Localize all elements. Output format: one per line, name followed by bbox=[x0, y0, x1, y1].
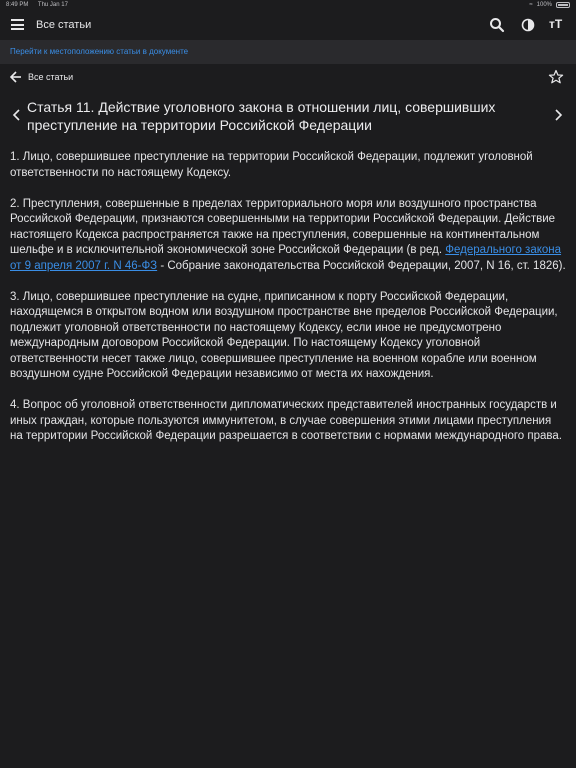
article-paragraph-2: 2. Преступления, совершенные в пределах … bbox=[10, 197, 566, 275]
article-nav-row: Все статьи bbox=[0, 64, 576, 90]
back-arrow-icon[interactable] bbox=[10, 71, 22, 83]
battery-icon bbox=[556, 2, 570, 8]
locate-in-document-link[interactable]: Перейти к местоположению статьи в докуме… bbox=[10, 47, 188, 56]
article-title: Статья 11. Действие уголовного закона в … bbox=[27, 99, 496, 133]
article-paragraph-1: 1. Лицо, совершившее преступление на тер… bbox=[10, 151, 533, 179]
top-toolbar: Все статьи тТ bbox=[0, 10, 576, 40]
toolbar-title: Все статьи bbox=[36, 19, 92, 31]
next-article-icon[interactable] bbox=[553, 108, 563, 122]
status-left: 8:49 PM Thu Jan 17 bbox=[6, 2, 76, 8]
search-icon[interactable] bbox=[489, 17, 505, 33]
back-to-all-articles[interactable]: Все статьи bbox=[28, 72, 73, 82]
status-time: 8:49 PM bbox=[6, 2, 29, 8]
status-date: Thu Jan 17 bbox=[37, 2, 68, 8]
previous-article-icon[interactable] bbox=[12, 108, 22, 122]
article-paragraph-3: 3. Лицо, совершившее преступление на суд… bbox=[10, 290, 558, 381]
article-paragraph-4: 4. Вопрос об уголовной ответственности д… bbox=[10, 399, 562, 442]
article-body: 1. Лицо, совершившее преступление на тер… bbox=[10, 150, 566, 460]
menu-icon[interactable] bbox=[11, 19, 24, 30]
text-size-icon[interactable]: тТ bbox=[549, 17, 565, 33]
battery-percent: 100% bbox=[536, 2, 552, 8]
paragraph-2-source: - Собрание законодательства Российской Ф… bbox=[157, 259, 566, 272]
wifi-icon: ≈ bbox=[529, 2, 533, 8]
status-right: ≈ 100% bbox=[529, 2, 570, 8]
locator-bar: Перейти к местоположению статьи в докуме… bbox=[0, 40, 576, 64]
contrast-icon[interactable] bbox=[520, 17, 536, 33]
status-bar: 8:49 PM Thu Jan 17 ≈ 100% bbox=[0, 0, 576, 10]
star-icon[interactable] bbox=[548, 69, 564, 85]
